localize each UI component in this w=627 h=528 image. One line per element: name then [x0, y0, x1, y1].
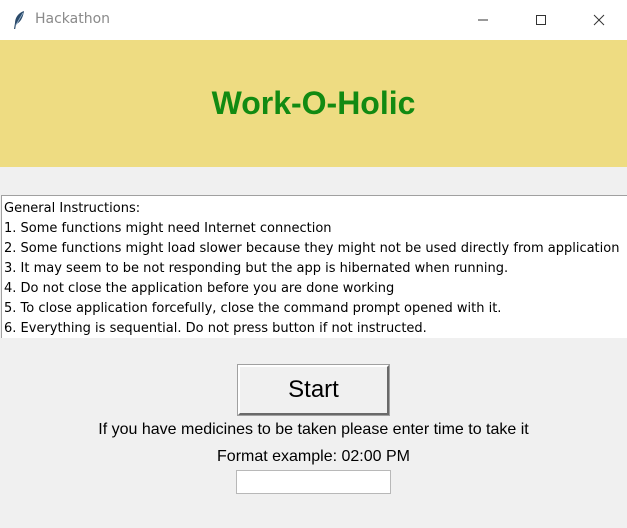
close-icon	[593, 14, 605, 26]
instructions-title: General Instructions:	[4, 201, 141, 216]
format-example-label: Format example: 02:00 PM	[217, 448, 410, 465]
close-button[interactable]	[576, 0, 622, 40]
instruction-line: 3. It may seem to be not responding but …	[4, 261, 509, 276]
instruction-line: 5. To close application forcefully, clos…	[4, 301, 502, 316]
instruction-line: 2. Some functions might load slower beca…	[4, 241, 620, 256]
feather-icon	[12, 10, 26, 30]
title-bar: Hackathon	[0, 0, 627, 40]
window-title: Hackathon	[35, 11, 111, 27]
instructions-textbox[interactable]: General Instructions: 1. Some functions …	[1, 195, 627, 338]
start-button[interactable]: Start	[237, 364, 390, 416]
instruction-line: 6. Everything is sequential. Do not pres…	[4, 321, 427, 336]
minimize-button[interactable]	[460, 0, 506, 40]
instruction-line: 1. Some functions might need Internet co…	[4, 221, 332, 236]
medicine-time-input[interactable]	[236, 470, 391, 494]
maximize-button[interactable]	[518, 0, 564, 40]
minimize-icon	[478, 19, 488, 21]
medicine-prompt-label: If you have medicines to be taken please…	[98, 421, 529, 438]
app-heading: Work-O-Holic	[211, 85, 416, 121]
instruction-line: 4. Do not close the application before y…	[4, 281, 395, 296]
maximize-icon	[536, 15, 546, 25]
